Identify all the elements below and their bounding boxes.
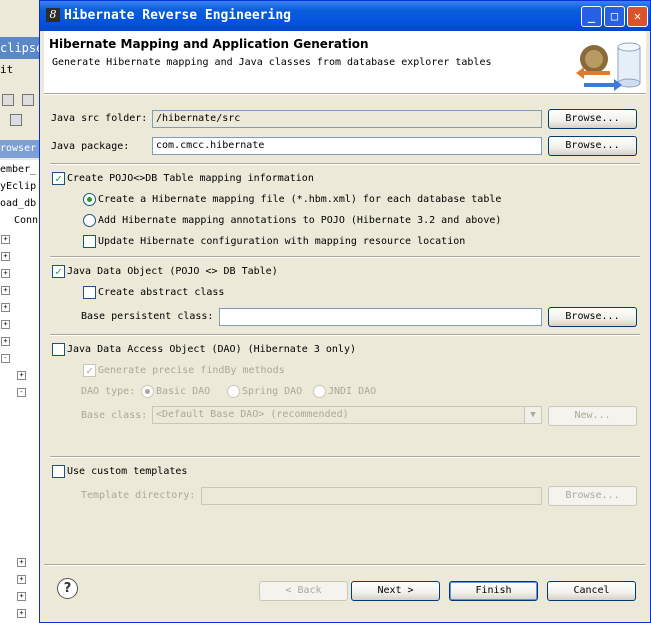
abstract-class-label: Create abstract class — [98, 287, 225, 298]
precise-findby-label: Generate precise findBy methods — [98, 365, 285, 376]
basic-dao-radio[interactable] — [141, 385, 154, 398]
update-config-label: Update Hibernate configuration with mapp… — [98, 236, 466, 247]
expand-icon[interactable]: + — [1, 252, 10, 261]
jndi-dao-label: JNDI DAO — [328, 386, 377, 397]
next-button[interactable]: Next > — [351, 581, 440, 601]
new-base-class-button[interactable]: New... — [548, 406, 637, 426]
base-class-label: Base class: — [81, 410, 148, 421]
base-class-value: <Default Base DAO> (recommended) — [156, 409, 349, 420]
database-reverse-icon — [576, 42, 641, 91]
dao-checkbox[interactable] — [52, 343, 65, 356]
template-dir-browse-button[interactable]: Browse... — [548, 486, 637, 506]
spring-dao-label: Spring DAO — [242, 386, 303, 397]
create-pojo-label: Create POJO<>DB Table mapping informatio… — [67, 173, 314, 184]
expand-icon[interactable]: + — [17, 609, 26, 618]
background-toolbar — [0, 90, 40, 130]
abstract-class-checkbox[interactable] — [83, 286, 96, 299]
background-eclipse-window: clipse it rowser ember_ yEclip oad_db Co… — [0, 0, 43, 623]
src-folder-input[interactable]: /hibernate/src — [152, 110, 542, 128]
mapping-file-label: Create a Hibernate mapping file (*.hbm.x… — [98, 194, 502, 205]
annotations-label: Add Hibernate mapping annotations to POJ… — [98, 215, 502, 226]
template-dir-label: Template directory: — [81, 490, 196, 501]
wizard-page-title: Hibernate Mapping and Application Genera… — [49, 37, 369, 51]
section-separator — [50, 163, 640, 165]
expand-icon[interactable]: + — [1, 320, 10, 329]
java-data-object-checkbox[interactable]: ✓ — [52, 265, 65, 278]
toolbar-icon[interactable] — [22, 94, 34, 106]
footer-separator — [44, 564, 646, 566]
section-separator — [50, 256, 640, 258]
cancel-button[interactable]: Cancel — [547, 581, 636, 601]
template-dir-input[interactable] — [201, 487, 542, 505]
expand-icon[interactable]: + — [17, 592, 26, 601]
background-title: clipse — [0, 37, 43, 59]
basic-dao-label: Basic DAO — [156, 386, 211, 397]
background-view-tab[interactable]: rowser — [0, 140, 40, 158]
toolbar-icon[interactable] — [2, 94, 14, 106]
expand-icon[interactable]: + — [1, 235, 10, 244]
minimize-button[interactable]: _ — [581, 6, 602, 27]
hibernate-icon: 8 — [46, 8, 60, 22]
custom-templates-checkbox[interactable] — [52, 465, 65, 478]
help-icon[interactable]: ? — [57, 578, 78, 599]
expand-icon[interactable]: + — [1, 337, 10, 346]
tree-row[interactable]: oad_db — [0, 198, 36, 209]
tree-row[interactable]: ember_ — [0, 164, 36, 175]
back-button[interactable]: < Back — [259, 581, 348, 601]
dialog-title: Hibernate Reverse Engineering — [64, 8, 291, 23]
wizard-page-description: Generate Hibernate mapping and Java clas… — [52, 57, 492, 68]
close-button[interactable]: ✕ — [627, 6, 648, 27]
maximize-button[interactable]: □ — [604, 6, 625, 27]
expand-icon[interactable]: + — [1, 286, 10, 295]
section-separator — [50, 334, 640, 336]
collapse-icon[interactable]: - — [1, 354, 10, 363]
jndi-dao-radio[interactable] — [313, 385, 326, 398]
base-persistent-label: Base persistent class: — [81, 311, 214, 322]
collapse-icon[interactable]: - — [17, 388, 26, 397]
dao-label: Java Data Access Object (DAO) (Hibernate… — [67, 344, 356, 355]
create-pojo-checkbox[interactable]: ✓ — [52, 172, 65, 185]
precise-findby-checkbox[interactable]: ✓ — [83, 364, 96, 377]
finish-button[interactable]: Finish — [449, 581, 538, 601]
background-tree: ember_ yEclip oad_db Conn + + + + + + + … — [0, 160, 40, 623]
toolbar-icon[interactable] — [10, 114, 22, 126]
java-data-object-label: Java Data Object (POJO <> DB Table) — [67, 266, 278, 277]
base-class-combo[interactable]: <Default Base DAO> (recommended) ▼ — [152, 406, 542, 424]
expand-icon[interactable]: + — [17, 558, 26, 567]
tree-row[interactable]: Conn — [14, 215, 38, 226]
header-separator — [44, 93, 646, 95]
spring-dao-radio[interactable] — [227, 385, 240, 398]
package-browse-button[interactable]: Browse... — [548, 136, 637, 156]
src-folder-browse-button[interactable]: Browse... — [548, 109, 637, 129]
wizard-header: Hibernate Mapping and Application Genera… — [44, 31, 646, 93]
background-menu[interactable]: it — [0, 63, 13, 76]
package-input[interactable]: com.cmcc.hibernate — [152, 137, 542, 155]
base-persistent-browse-button[interactable]: Browse... — [548, 307, 637, 327]
dao-type-label: DAO type: — [81, 386, 136, 397]
section-separator — [50, 456, 640, 458]
annotations-radio[interactable] — [83, 214, 96, 227]
chevron-down-icon[interactable]: ▼ — [524, 407, 541, 423]
tree-row[interactable]: yEclip — [0, 181, 36, 192]
package-label: Java package: — [51, 141, 130, 152]
expand-icon[interactable]: + — [17, 575, 26, 584]
hibernate-reverse-engineering-dialog: 8 Hibernate Reverse Engineering _ □ ✕ Hi… — [39, 0, 651, 623]
expand-icon[interactable]: + — [1, 303, 10, 312]
update-config-checkbox[interactable] — [83, 235, 96, 248]
expand-icon[interactable]: + — [1, 269, 10, 278]
src-folder-label: Java src folder: — [51, 113, 148, 124]
mapping-file-radio[interactable] — [83, 193, 96, 206]
dialog-titlebar[interactable]: 8 Hibernate Reverse Engineering _ □ ✕ — [40, 1, 650, 31]
base-persistent-input[interactable] — [219, 308, 542, 326]
expand-icon[interactable]: + — [17, 371, 26, 380]
custom-templates-label: Use custom templates — [67, 466, 188, 477]
